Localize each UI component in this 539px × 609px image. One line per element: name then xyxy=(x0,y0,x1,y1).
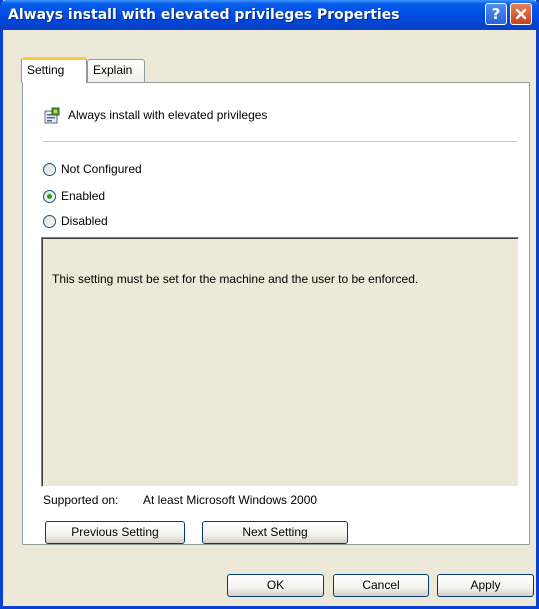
description-box: This setting must be set for the machine… xyxy=(41,237,519,487)
properties-dialog: Always install with elevated privileges … xyxy=(0,0,539,609)
policy-setting-icon xyxy=(44,107,60,124)
policy-name: Always install with elevated privileges xyxy=(68,108,268,122)
description-text: This setting must be set for the machine… xyxy=(52,272,419,286)
close-icon xyxy=(515,8,527,20)
radio-button[interactable] xyxy=(43,162,56,176)
close-button[interactable] xyxy=(510,3,532,25)
window-title: Always install with elevated privileges … xyxy=(8,7,400,23)
tab-explain[interactable]: Explain xyxy=(87,59,145,82)
radio-enabled[interactable]: Enabled xyxy=(43,189,105,203)
cancel-button[interactable]: Cancel xyxy=(333,574,429,597)
title-bar[interactable]: Always install with elevated privileges … xyxy=(0,0,539,30)
tab-setting[interactable]: Setting xyxy=(21,57,87,83)
radio-not-configured[interactable]: Not Configured xyxy=(43,162,142,176)
supported-label: Supported on: xyxy=(43,493,119,507)
setting-panel: Always install with elevated privileges … xyxy=(22,82,530,545)
help-icon: ? xyxy=(491,5,501,23)
radio-label: Enabled xyxy=(61,189,106,203)
radio-label: Disabled xyxy=(61,214,108,228)
supported-value: At least Microsoft Windows 2000 xyxy=(143,493,318,507)
supported-on: Supported on: At least Microsoft Windows … xyxy=(43,493,317,507)
ok-button[interactable]: OK xyxy=(227,574,324,597)
previous-setting-button[interactable]: Previous Setting xyxy=(45,521,185,544)
divider xyxy=(43,141,517,142)
apply-button[interactable]: Apply xyxy=(437,574,534,597)
help-button[interactable]: ? xyxy=(485,3,507,25)
radio-button[interactable] xyxy=(43,214,56,228)
radio-button[interactable] xyxy=(43,189,56,203)
radio-label: Not Configured xyxy=(61,162,142,176)
next-setting-button[interactable]: Next Setting xyxy=(202,521,348,544)
radio-disabled[interactable]: Disabled xyxy=(43,214,108,228)
